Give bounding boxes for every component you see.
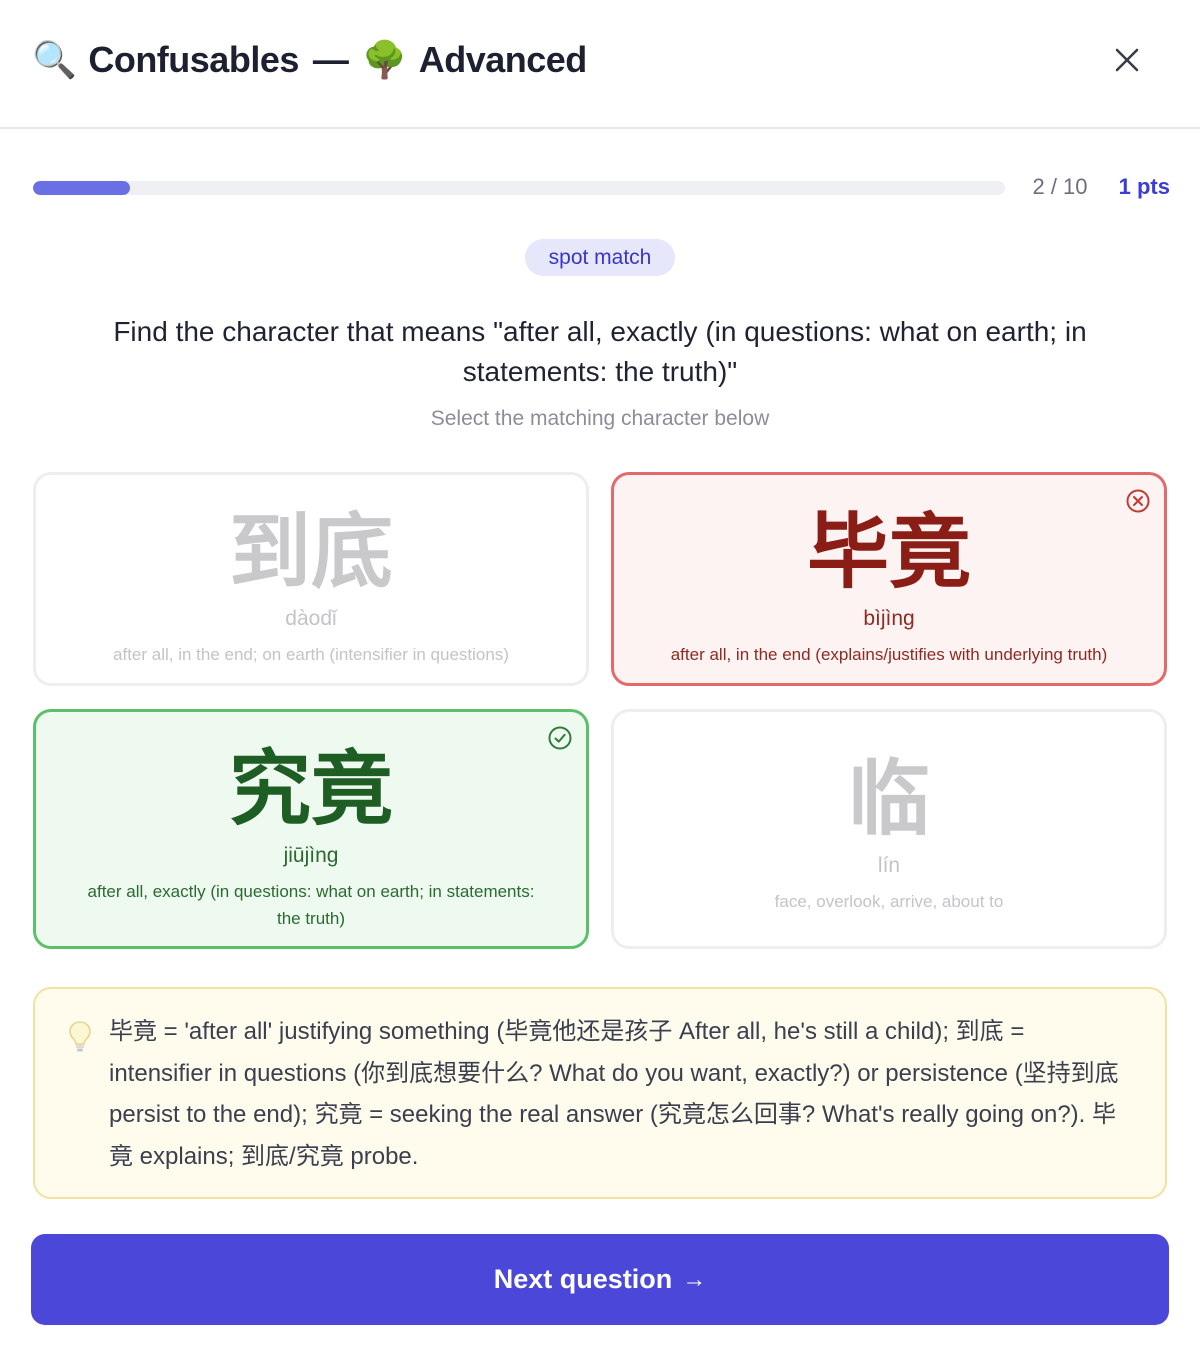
- option-card-daodi[interactable]: 到底 dàodǐ after all, in the end; on earth…: [33, 472, 589, 686]
- close-button[interactable]: [1107, 40, 1147, 80]
- option-card-bijing[interactable]: 毕竟 bìjìng after all, in the end (explain…: [611, 472, 1167, 686]
- option-pinyin: lín: [877, 854, 901, 877]
- option-pinyin: jiūjìng: [283, 844, 339, 867]
- option-hanzi: 临: [847, 752, 930, 847]
- header: 🔍 Confusables — 🌳 Advanced: [0, 0, 1200, 129]
- magnifier-icon: 🔍: [32, 39, 77, 80]
- option-card-lin[interactable]: 临 lín face, overlook, arrive, about to: [611, 709, 1167, 949]
- explanation-box: 毕竟 = 'after all' justifying something (毕…: [33, 987, 1167, 1199]
- option-card-jiujing[interactable]: 究竟 jiūjìng after all, exactly (in questi…: [33, 709, 589, 949]
- option-hanzi: 到底: [228, 505, 393, 600]
- explanation-text: 毕竟 = 'after all' justifying something (毕…: [109, 1018, 1119, 1170]
- progress-count: 2 / 10: [1032, 174, 1088, 199]
- option-pinyin: bìjìng: [863, 607, 915, 630]
- progress-fill: [33, 181, 131, 195]
- tree-icon: 🌳: [362, 39, 407, 80]
- question-prompt: Find the character that means "after all…: [113, 316, 1087, 387]
- title-text: Confusables: [88, 39, 299, 80]
- option-pinyin: dàodǐ: [285, 607, 337, 630]
- lightbulb-icon: [69, 1021, 91, 1052]
- option-hanzi: 究竟: [228, 742, 393, 837]
- next-button-label: Next question: [493, 1264, 673, 1294]
- option-meaning: after all, in the end; on earth (intensi…: [113, 645, 509, 664]
- progress-bar: [33, 181, 1005, 195]
- option-meaning: face, overlook, arrive, about to: [774, 892, 1004, 911]
- points-counter: 1 pts: [1118, 174, 1170, 199]
- title-separator: —: [312, 39, 349, 80]
- next-question-button[interactable]: Next question →: [31, 1234, 1169, 1325]
- option-meaning: after all, in the end (explains/justifie…: [670, 645, 1108, 664]
- arrow-right-icon: →: [682, 1265, 707, 1293]
- mode-badge: spot match: [525, 239, 675, 276]
- page-title: 🔍 Confusables — 🌳 Advanced: [32, 38, 587, 82]
- level-text: Advanced: [418, 39, 588, 80]
- option-hanzi: 毕竟: [806, 505, 971, 600]
- close-icon: [1115, 48, 1139, 72]
- wrong-x-circle-icon: [1126, 489, 1150, 513]
- option-meaning: after all, exactly (in questions: what o…: [87, 882, 535, 928]
- correct-check-circle-icon: [548, 726, 572, 750]
- instruction-text: Select the matching character below: [430, 407, 770, 430]
